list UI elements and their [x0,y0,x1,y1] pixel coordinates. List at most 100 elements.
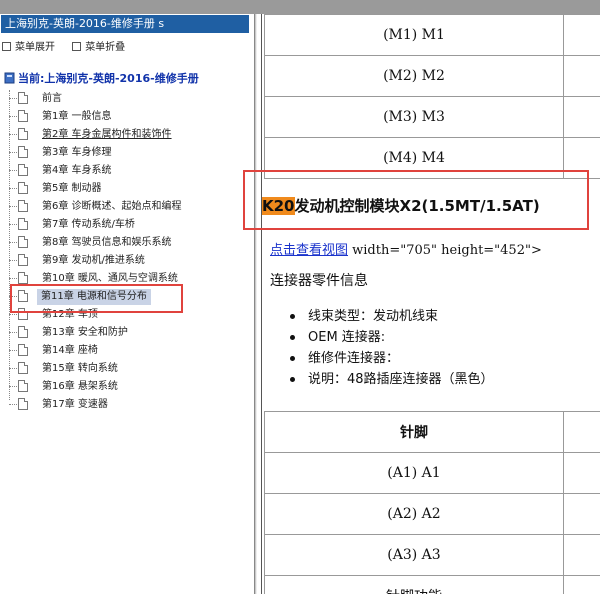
tree-item-label: 第16章 悬架系统 [42,381,118,392]
tree-item-chapter-3[interactable]: 第3章 车身修理 [0,144,254,162]
tree-item-chapter-1[interactable]: 第1章 一般信息 [0,108,254,126]
document-icon [18,146,28,158]
table-cell: (M1) M1 [264,14,564,56]
menu-expand-button[interactable]: 菜单展开 [0,38,55,53]
connector-m-table: (M1) M1 (M2) M2 (M3) M3 (M4) M4 [264,14,600,179]
tree-item-label: 第1章 一般信息 [42,111,112,122]
tree-item-label: 第13章 安全和防护 [42,327,128,338]
table-row: (A2) A2 [264,493,600,535]
document-icon [18,110,28,122]
tree-branch-line [9,224,17,225]
tree-branch-line [9,242,17,243]
tree-branch-line [9,206,17,207]
table-row: (M2) M2 [264,55,600,97]
pane-splitter[interactable] [254,14,257,594]
document-icon [18,344,28,356]
document-icon [18,236,28,248]
search-hit-code: K20 [262,197,295,215]
book-root-icon [4,72,15,84]
current-book-root[interactable]: 当前:上海别克-英朗-2016-维修手册 [4,70,199,86]
document-icon [18,380,28,392]
table-cell [563,411,600,453]
tree-item-label: 第14章 座椅 [42,345,98,356]
content-pane: (M1) M1 (M2) M2 (M3) M3 (M4) M4 针脚 (A1) … [258,14,600,594]
tree-item-label: 第9章 发动机/推进系统 [42,255,145,266]
table-cell: (A3) A3 [264,534,564,576]
collapse-icon [72,42,82,51]
tree-branch-line [9,134,17,135]
tree-item-label: 第4章 车身系统 [42,165,112,176]
window-top-bar [0,0,600,14]
tree-item-chapter-6[interactable]: 第6章 诊断概述、起始点和编程 [0,198,254,216]
table-cell [563,96,600,138]
highlight-box-chapter-11 [10,284,183,313]
tree-branch-line [9,332,17,333]
table-cell: (M2) M2 [264,55,564,97]
menu-collapse-label: 菜单折叠 [85,42,126,53]
document-icon [18,326,28,338]
table-header-row: 针脚 [264,411,600,453]
document-icon [18,362,28,374]
table-row: 针脚功能 [264,575,600,594]
section-heading: K20发动机控制模块X2(1.5MT/1.5AT) [262,195,540,216]
tree-item-chapter-9[interactable]: 第9章 发动机/推进系统 [0,252,254,270]
table-row: (A1) A1 [264,452,600,494]
table-row: (M1) M1 [264,14,600,56]
table-row: (A3) A3 [264,534,600,576]
menu-toolbar: 菜单展开 菜单折叠 [0,38,137,53]
document-icon [18,398,28,410]
document-icon [18,272,28,284]
tree-item-label: 第5章 制动器 [42,183,102,194]
manual-title-bar: 上海别克-英朗-2016-维修手册 s [1,15,249,33]
tree-item-preface[interactable]: 前言 [0,90,254,108]
tree-item-chapter-14[interactable]: 第14章 座椅 [0,342,254,360]
document-icon [18,164,28,176]
tree-item-chapter-17[interactable]: 第17章 变速器 [0,396,254,414]
link-suffix-text: width="705" height="452"> [348,243,542,258]
tree-item-chapter-4[interactable]: 第4章 车身系统 [0,162,254,180]
list-item: 线束类型：发动机线束 [290,306,494,327]
current-book-label: 当前:上海别克-英朗-2016-维修手册 [18,72,199,85]
pin-table: 针脚 (A1) A1 (A2) A2 (A3) A3 针脚功能 [264,411,600,594]
tree-item-chapter-16[interactable]: 第16章 悬架系统 [0,378,254,396]
document-icon [18,254,28,266]
tree-item-chapter-7[interactable]: 第7章 传动系统/车桥 [0,216,254,234]
tree-item-label: 第3章 车身修理 [42,147,112,158]
tree-branch-line [9,152,17,153]
document-icon [18,128,28,140]
tree-item-label: 第7章 传动系统/车桥 [42,219,135,230]
document-icon [18,92,28,104]
tree-branch-line [9,368,17,369]
tree-branch-line [9,350,17,351]
table-cell: (A1) A1 [264,452,564,494]
connector-info-title: 连接器零件信息 [270,273,368,289]
tree-branch-line [9,260,17,261]
tree-item-chapter-13[interactable]: 第13章 安全和防护 [0,324,254,342]
list-item: 维修件连接器： [290,348,494,369]
table-cell [563,493,600,535]
view-diagram-link[interactable]: 点击查看视图 [270,243,348,258]
table-cell [563,14,600,56]
document-icon [18,200,28,212]
tree-item-label: 前言 [42,93,62,104]
tree-item-label: 第8章 驾驶员信息和娱乐系统 [42,237,172,248]
pin-column-header: 针脚 [264,411,564,453]
table-cell [563,534,600,576]
menu-collapse-button[interactable]: 菜单折叠 [70,38,125,53]
content-pane-border [261,14,262,594]
tree-item-chapter-8[interactable]: 第8章 驾驶员信息和娱乐系统 [0,234,254,252]
tree-item-label: 第6章 诊断概述、起始点和编程 [42,201,182,212]
tree-item-label: 第15章 转向系统 [42,363,118,374]
tree-item-chapter-15[interactable]: 第15章 转向系统 [0,360,254,378]
tree-item-chapter-5[interactable]: 第5章 制动器 [0,180,254,198]
tree-branch-line [9,404,17,405]
tree-branch-line [9,278,17,279]
table-row: (M3) M3 [264,96,600,138]
tree-branch-line [9,188,17,189]
tree-branch-line [9,386,17,387]
document-icon [18,182,28,194]
view-link-line: 点击查看视图 width="705" height="452"> [270,239,542,258]
tree-item-label: 第17章 变速器 [42,399,108,410]
table-cell [563,575,600,594]
tree-item-chapter-2[interactable]: 第2章 车身金属构件和装饰件 [0,126,254,144]
